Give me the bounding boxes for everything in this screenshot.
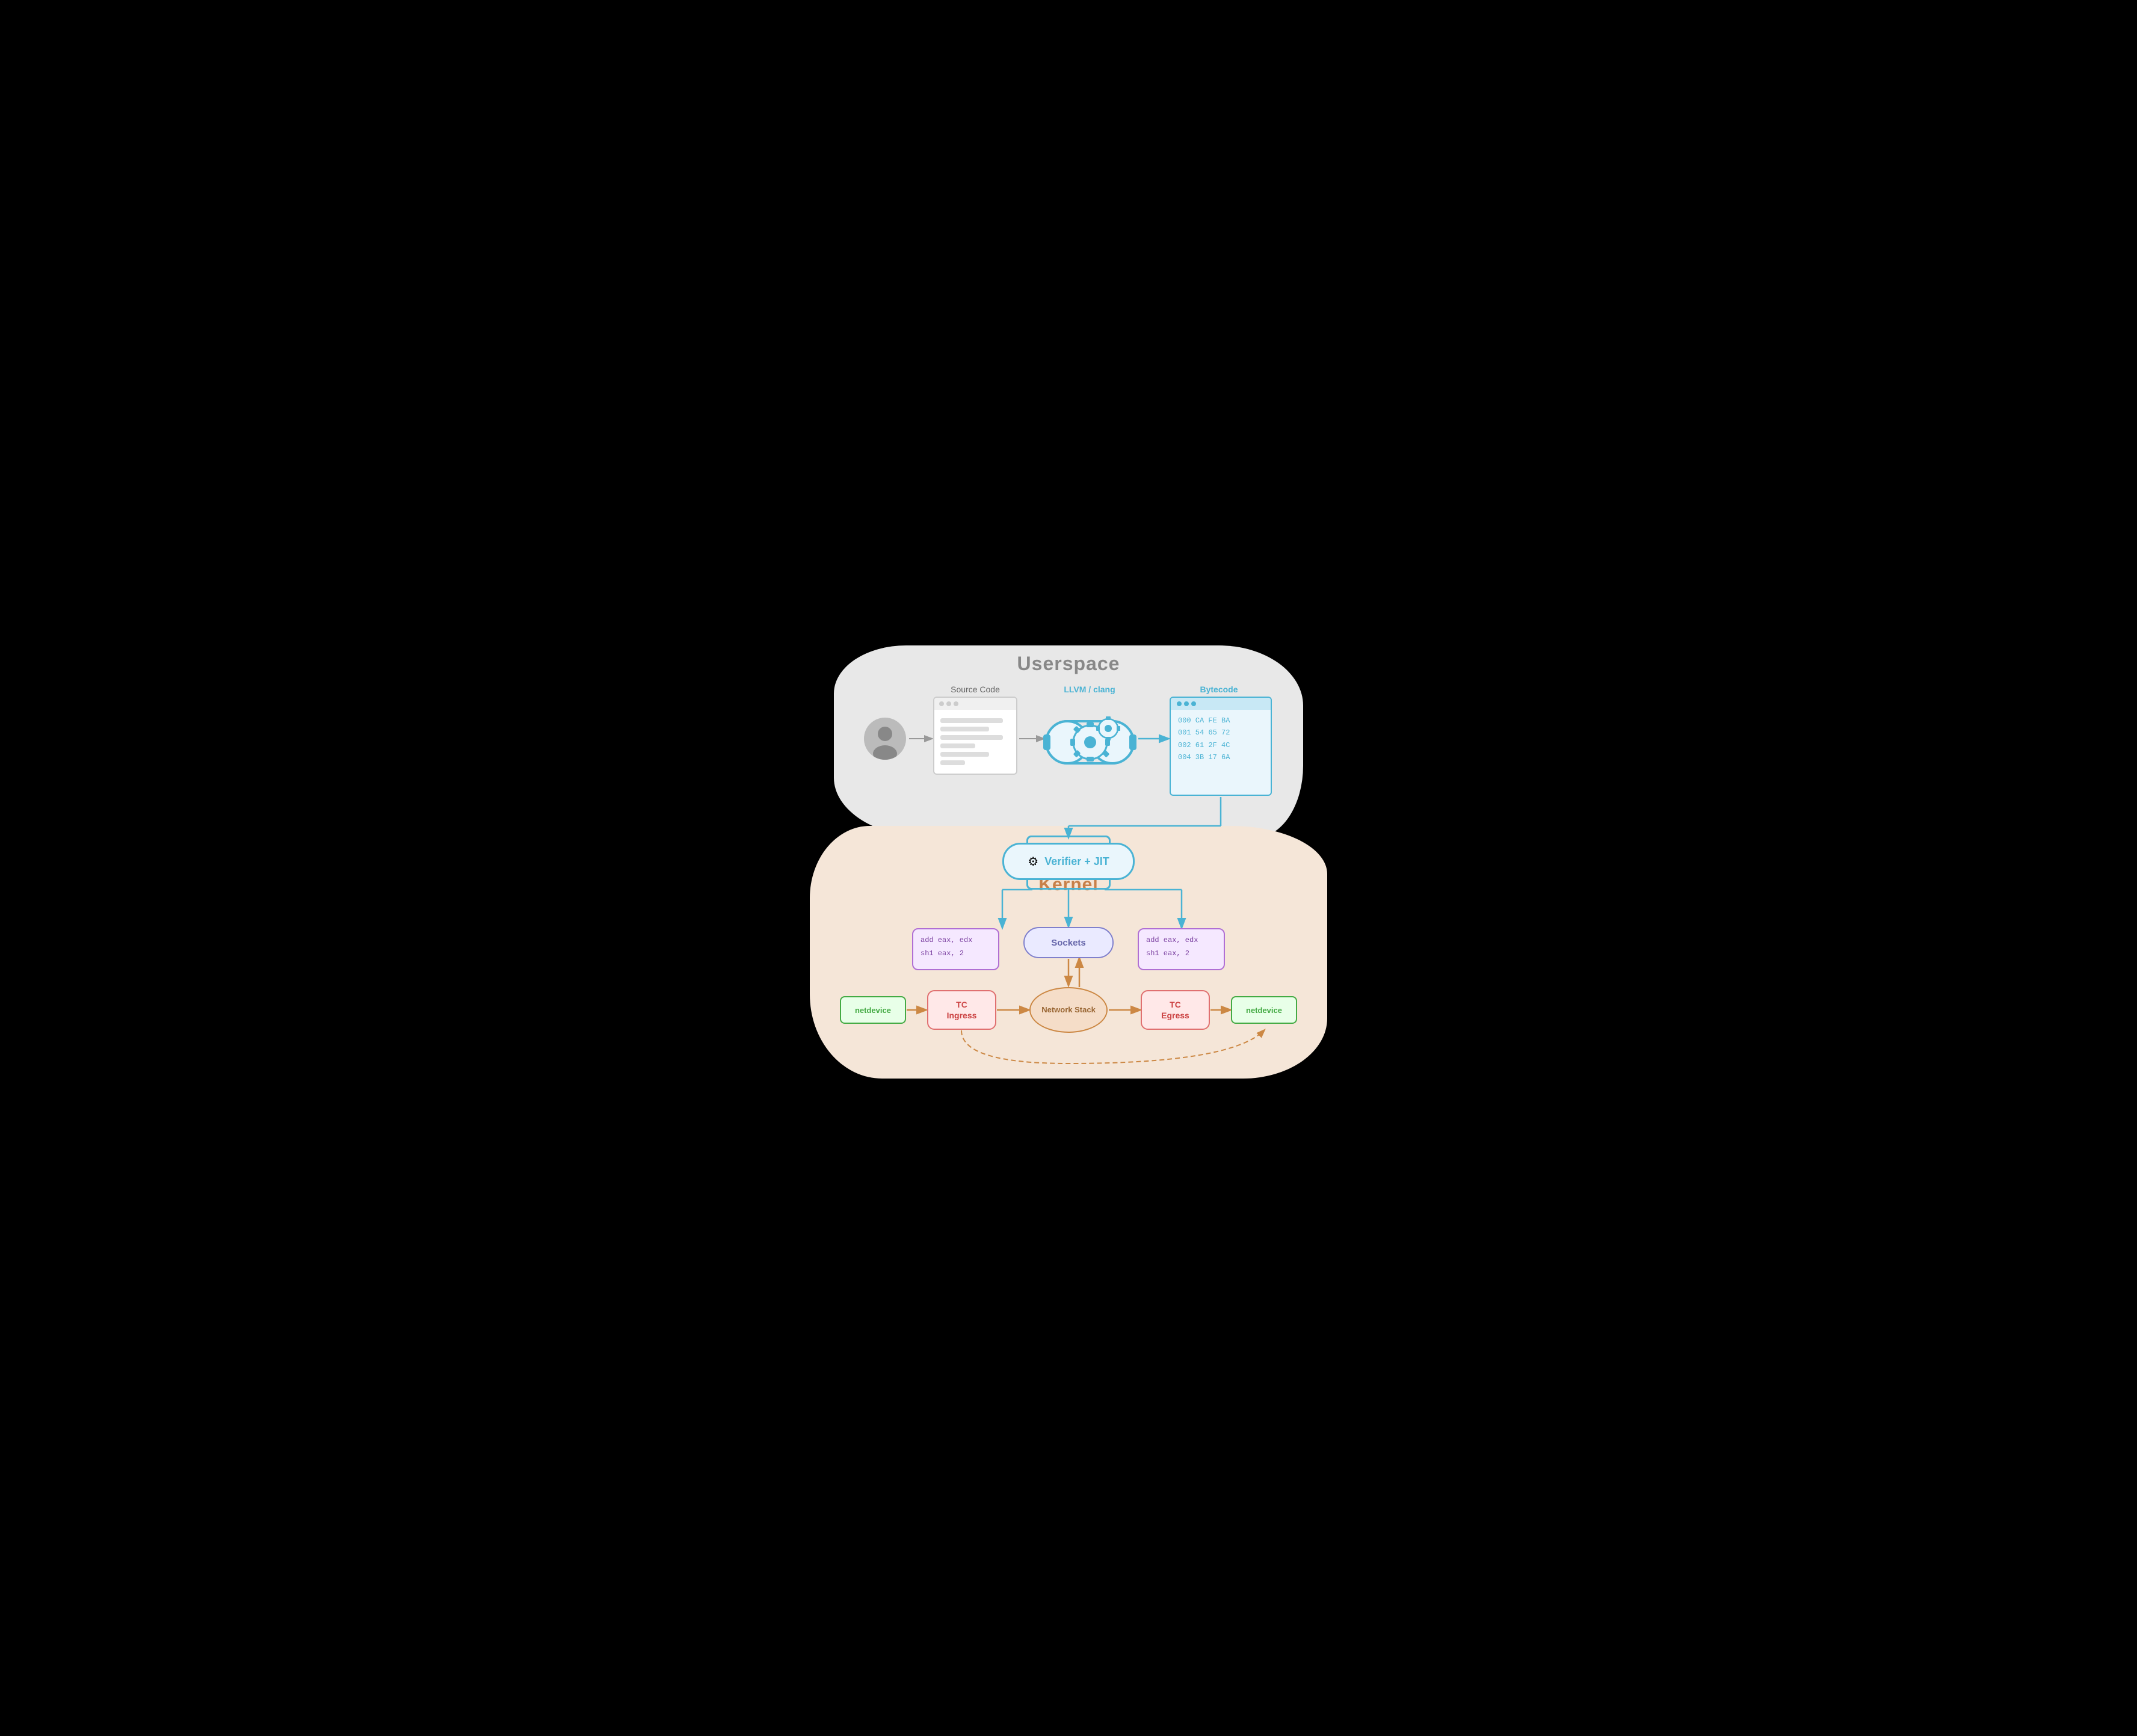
verifier-box: ⚙ Verifier + JIT bbox=[1002, 843, 1135, 880]
sockets-box: Sockets bbox=[1023, 927, 1114, 958]
bytecode-line1: 000 CA FE BA bbox=[1178, 715, 1263, 727]
source-code-label: Source Code bbox=[933, 685, 1017, 694]
code-line bbox=[940, 718, 1003, 723]
bc-dot2 bbox=[1184, 701, 1189, 706]
dot1 bbox=[939, 701, 944, 706]
avatar-svg bbox=[864, 718, 906, 760]
bytecode-line2: 001 54 65 72 bbox=[1178, 727, 1263, 739]
tc-egress-label: TCEgress bbox=[1161, 999, 1189, 1021]
bytecode-line3: 002 61 2F 4C bbox=[1178, 739, 1263, 751]
sockets-label: Sockets bbox=[1051, 938, 1086, 948]
source-code-box bbox=[933, 697, 1017, 775]
bpf-box-left: add eax, edx sh1 eax, 2 bbox=[912, 928, 999, 970]
code-line bbox=[940, 743, 975, 748]
user-avatar bbox=[864, 718, 906, 760]
bpf-right-line1: add eax, edx bbox=[1146, 934, 1217, 947]
bpf-left-line2: sh1 eax, 2 bbox=[920, 947, 991, 961]
netdevice-right: netdevice bbox=[1231, 996, 1297, 1024]
bpf-right-line2: sh1 eax, 2 bbox=[1146, 947, 1217, 961]
netdevice-left: netdevice bbox=[840, 996, 906, 1024]
bpf-left-line1: add eax, edx bbox=[920, 934, 991, 947]
bytecode-label: Bytecode bbox=[1171, 685, 1267, 694]
verifier-gear-icon: ⚙ bbox=[1028, 854, 1038, 869]
bc-dot3 bbox=[1191, 701, 1196, 706]
llvm-label: LLVM / clang bbox=[1050, 685, 1129, 694]
netdevice-left-label: netdevice bbox=[855, 1006, 891, 1015]
bytecode-box: 000 CA FE BA 001 54 65 72 002 61 2F 4C 0… bbox=[1170, 697, 1272, 796]
bytecode-content: 000 CA FE BA 001 54 65 72 002 61 2F 4C 0… bbox=[1171, 710, 1271, 769]
network-stack: Network Stack bbox=[1029, 987, 1108, 1033]
dot2 bbox=[946, 701, 951, 706]
dot3 bbox=[954, 701, 958, 706]
llvm-gear-svg bbox=[1043, 698, 1136, 786]
diagram-container: Userspace Kernel bbox=[798, 633, 1339, 1103]
code-line bbox=[940, 752, 989, 757]
verifier-bottom-connector bbox=[1026, 879, 1111, 890]
tc-ingress: TCIngress bbox=[927, 990, 996, 1030]
bc-dot1 bbox=[1177, 701, 1182, 706]
netdevice-right-label: netdevice bbox=[1246, 1006, 1282, 1015]
code-line bbox=[940, 760, 965, 765]
bpf-box-right: add eax, edx sh1 eax, 2 bbox=[1138, 928, 1225, 970]
code-line bbox=[940, 727, 989, 731]
code-line bbox=[940, 735, 1003, 740]
tc-egress: TCEgress bbox=[1141, 990, 1210, 1030]
verifier-label: Verifier + JIT bbox=[1044, 855, 1109, 868]
userspace-label: Userspace bbox=[1017, 653, 1120, 675]
network-stack-label: Network Stack bbox=[1041, 1005, 1096, 1015]
bytecode-line4: 004 3B 17 6A bbox=[1178, 751, 1263, 763]
bytecode-header bbox=[1171, 698, 1271, 710]
tc-ingress-label: TCIngress bbox=[947, 999, 977, 1021]
